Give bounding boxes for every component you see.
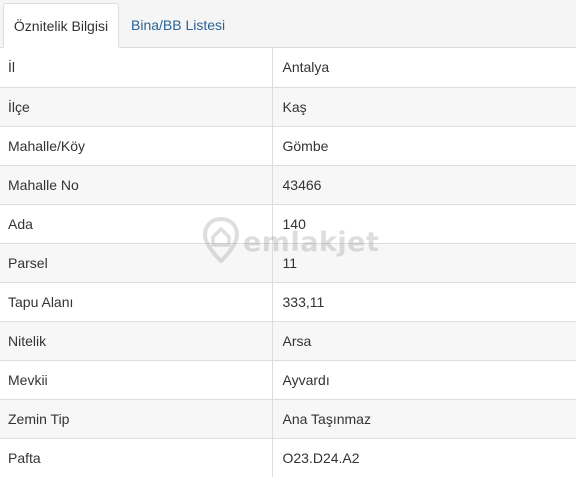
table-row: Ada 140 xyxy=(0,204,576,244)
row-value-mevkii: Ayvardı xyxy=(272,360,576,400)
row-key-ilce: İlçe xyxy=(0,87,273,127)
row-key-pafta: Pafta xyxy=(0,438,273,477)
row-value-mahalle-no: 43466 xyxy=(272,165,576,205)
row-key-mevkii: Mevkii xyxy=(0,360,273,400)
table-row: Mevkii Ayvardı xyxy=(0,360,576,400)
row-key-parsel: Parsel xyxy=(0,243,273,283)
row-key-mahalle-no: Mahalle No xyxy=(0,165,273,205)
row-key-ada: Ada xyxy=(0,204,273,244)
row-value-ilce: Kaş xyxy=(272,87,576,127)
attribute-panel: Öznitelik Bilgisi Bina/BB Listesi İl Ant… xyxy=(0,0,576,483)
row-key-zemin-tip: Zemin Tip xyxy=(0,399,273,439)
table-row: Mahalle/Köy Gömbe xyxy=(0,126,576,166)
row-value-mahalle-koy: Gömbe xyxy=(272,126,576,166)
row-key-il: İl xyxy=(0,48,273,88)
row-value-tapu-alani: 333,11 xyxy=(272,282,576,322)
table-row: Mahalle No 43466 xyxy=(0,165,576,205)
attribute-table: İl Antalya İlçe Kaş Mahalle/Köy Gömbe Ma… xyxy=(0,48,576,477)
table-row: Nitelik Arsa xyxy=(0,321,576,361)
table-row: İl Antalya xyxy=(0,48,576,88)
tab-building-list[interactable]: Bina/BB Listesi xyxy=(121,3,235,48)
row-value-il: Antalya xyxy=(272,48,576,88)
row-value-pafta: O23.D24.A2 xyxy=(272,438,576,477)
row-value-ada: 140 xyxy=(272,204,576,244)
table-row: Pafta O23.D24.A2 xyxy=(0,438,576,477)
row-key-tapu-alani: Tapu Alanı xyxy=(0,282,273,322)
row-key-nitelik: Nitelik xyxy=(0,321,273,361)
table-row: Parsel 11 xyxy=(0,243,576,283)
table-row: Zemin Tip Ana Taşınmaz xyxy=(0,399,576,439)
table-row: İlçe Kaş xyxy=(0,87,576,127)
row-value-parsel: 11 xyxy=(272,243,576,283)
row-value-zemin-tip: Ana Taşınmaz xyxy=(272,399,576,439)
tab-attribute-info[interactable]: Öznitelik Bilgisi xyxy=(3,3,119,48)
row-key-mahalle-koy: Mahalle/Köy xyxy=(0,126,273,166)
tab-bar: Öznitelik Bilgisi Bina/BB Listesi xyxy=(0,0,576,48)
table-row: Tapu Alanı 333,11 xyxy=(0,282,576,322)
row-value-nitelik: Arsa xyxy=(272,321,576,361)
